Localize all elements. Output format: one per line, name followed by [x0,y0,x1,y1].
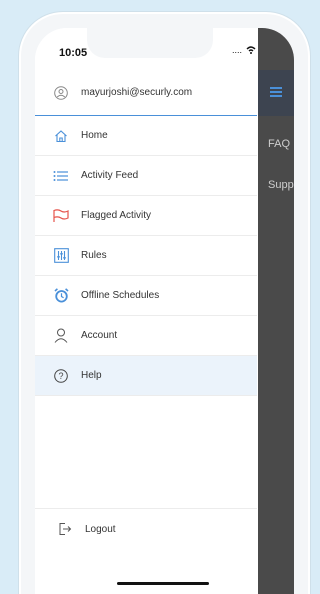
drawer-item-offline-schedules[interactable]: Offline Schedules [35,276,257,316]
phone-frame: 10:05 .... FAQ Supp mayurjoshi@securly.c… [19,12,310,594]
drawer-item-help[interactable]: ? Help [35,356,257,396]
drawer-item-account[interactable]: Account [35,316,257,356]
drawer-item-rules[interactable]: Rules [35,236,257,276]
logout-label: Logout [85,523,116,535]
notch [87,28,213,58]
user-icon [53,328,69,344]
status-bar: 10:05 .... [35,28,294,70]
home-icon [53,128,69,144]
signal-indicator: .... [231,45,242,55]
background-item-support: Supp [268,179,294,191]
drawer-item-label: Home [81,130,108,141]
navigation-drawer: mayurjoshi@securly.com Home Activity Fee… [35,70,257,594]
drawer-item-label: Account [81,330,118,341]
logout-button[interactable]: Logout [35,508,257,549]
drawer-item-label: Activity Feed [81,170,139,181]
status-time: 10:05 [59,47,88,59]
drawer-item-label: Offline Schedules [81,290,160,301]
drawer-item-label: Flagged Activity [81,210,152,221]
user-circle-icon [53,85,69,101]
background-screen-overlay[interactable]: FAQ Supp [258,28,294,594]
screen: 10:05 .... FAQ Supp mayurjoshi@securly.c… [35,28,294,594]
hamburger-menu-icon[interactable] [270,87,282,97]
alarm-clock-icon [53,288,69,304]
help-icon: ? [53,368,69,384]
home-indicator[interactable] [117,582,209,585]
drawer-item-flagged-activity[interactable]: Flagged Activity [35,196,257,236]
flag-icon [53,208,69,224]
svg-text:?: ? [58,371,63,381]
background-header [258,70,294,116]
list-icon [53,168,69,184]
sliders-icon [53,248,69,264]
account-header[interactable]: mayurjoshi@securly.com [35,70,257,116]
drawer-item-home[interactable]: Home [35,116,257,156]
wifi-icon [246,46,256,54]
drawer-item-label: Rules [81,250,107,261]
drawer-item-label: Help [81,370,102,381]
logout-icon [57,521,73,537]
background-item-faq: FAQ [268,138,291,150]
drawer-item-activity-feed[interactable]: Activity Feed [35,156,257,196]
account-email: mayurjoshi@securly.com [81,87,193,98]
